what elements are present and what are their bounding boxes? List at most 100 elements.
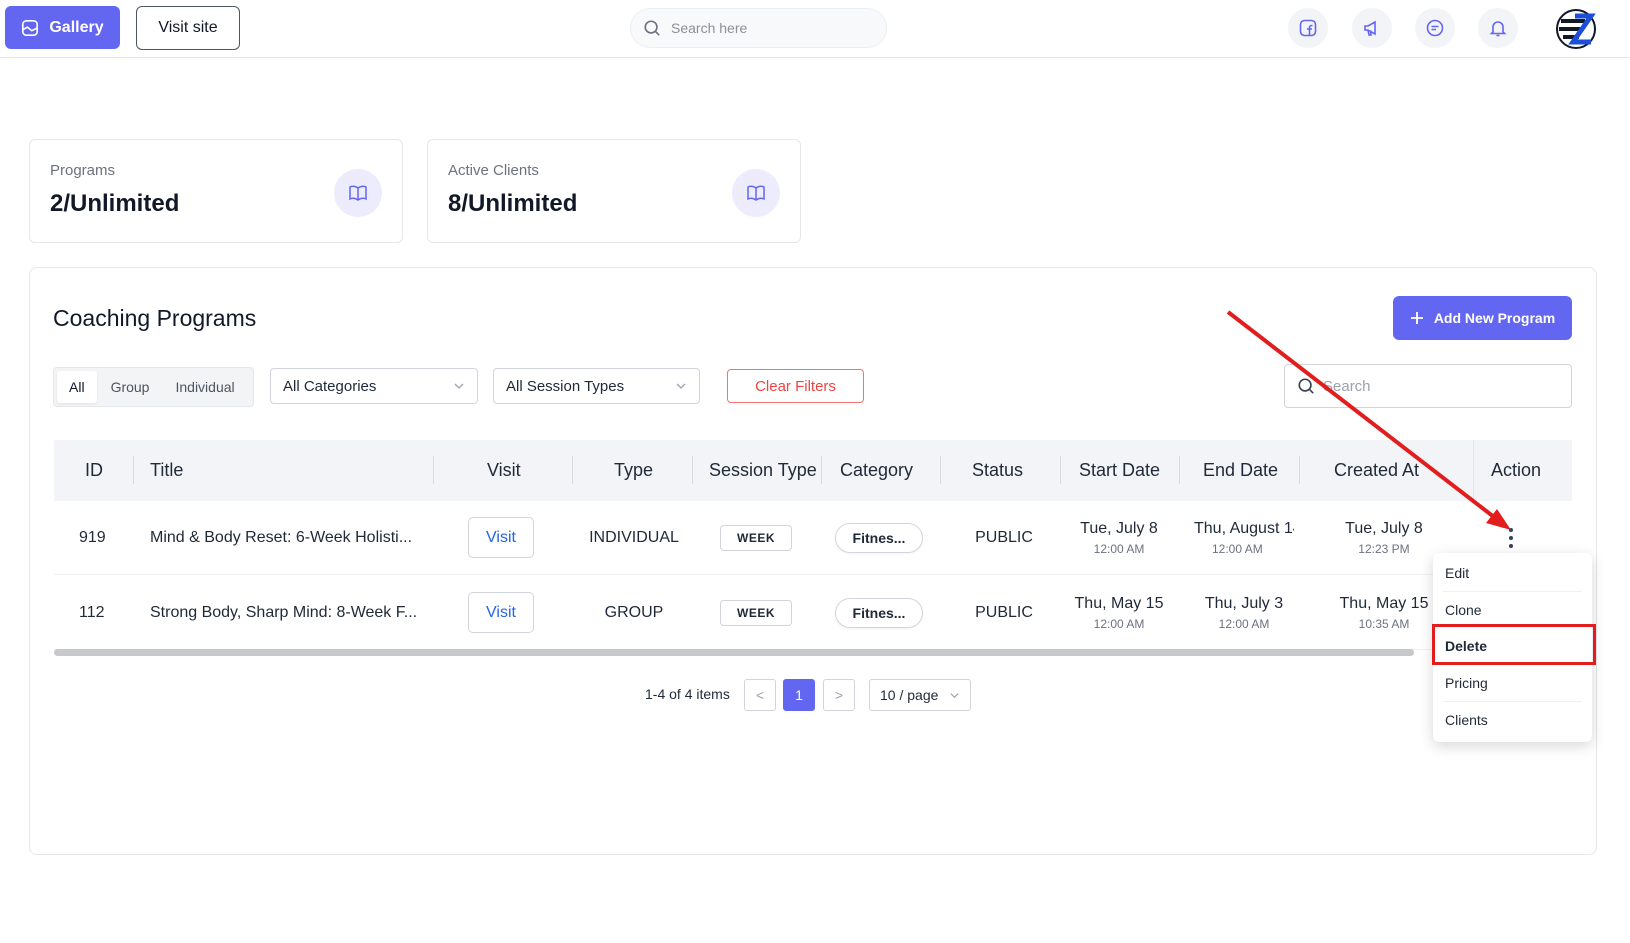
segment-all[interactable]: All <box>57 371 97 403</box>
page-size-select[interactable]: 10 / page <box>869 679 971 711</box>
start-time: 12:00 AM <box>1093 541 1145 556</box>
add-new-program-label: Add New Program <box>1433 310 1556 326</box>
category-pill[interactable]: Fitnes... <box>835 522 923 553</box>
created-time: 10:35 AM <box>1358 616 1410 631</box>
table-row: 919 Mind & Body Reset: 6-Week Holisti...… <box>54 500 1572 575</box>
column-header-category[interactable]: Category <box>840 440 913 501</box>
visit-button[interactable]: Visit <box>468 517 534 558</box>
column-header-created-at[interactable]: Created At <box>1334 440 1419 501</box>
stat-label: Active Clients <box>448 162 539 179</box>
gallery-button[interactable]: Gallery <box>5 6 120 49</box>
chat-icon[interactable] <box>1415 8 1455 48</box>
user-avatar[interactable] <box>1555 8 1597 50</box>
column-header-session-type[interactable]: Session Type <box>709 440 817 501</box>
session-type-select-value: All Session Types <box>506 377 625 395</box>
page-title: Coaching Programs <box>53 305 257 331</box>
horizontal-scrollbar[interactable] <box>54 649 1414 656</box>
column-header-start-date[interactable]: Start Date <box>1079 440 1160 501</box>
session-type-select[interactable]: All Session Types <box>493 368 700 404</box>
column-header-type[interactable]: Type <box>614 440 653 501</box>
program-search-input[interactable]: Search <box>1284 364 1572 408</box>
global-search-placeholder: Search here <box>671 20 748 36</box>
cell-type: INDIVIDUAL <box>589 528 679 546</box>
cell-title: Mind & Body Reset: 6-Week Holisti... <box>150 528 413 546</box>
end-date: Thu, August 14 <box>1194 519 1294 537</box>
search-icon <box>644 20 660 36</box>
end-date: Thu, July 3 <box>1204 594 1284 612</box>
visit-button[interactable]: Visit <box>468 592 534 633</box>
category-select[interactable]: All Categories <box>270 368 478 404</box>
stat-card-programs: Programs 2/Unlimited <box>29 139 403 243</box>
cell-end-date: Thu, August 14 12:00 AM <box>1194 500 1294 575</box>
stat-value: 2/Unlimited <box>50 190 180 217</box>
start-time: 12:00 AM <box>1093 616 1145 631</box>
cell-category: Fitnes... <box>835 500 923 575</box>
table-row: 112 Strong Body, Sharp Mind: 8-Week F...… <box>54 575 1572 650</box>
cell-start-date: Thu, May 15 12:00 AM <box>1069 575 1169 650</box>
bell-icon[interactable] <box>1478 8 1518 48</box>
column-header-end-date[interactable]: End Date <box>1203 440 1278 501</box>
column-divider <box>572 456 573 484</box>
column-header-id[interactable]: ID <box>85 440 103 501</box>
add-new-program-button[interactable]: Add New Program <box>1393 296 1572 340</box>
pagination-page-button[interactable]: 1 <box>783 679 815 711</box>
created-date: Thu, May 15 <box>1339 594 1429 612</box>
delete-highlight-box <box>1432 624 1596 665</box>
cell-start-date: Tue, July 8 12:00 AM <box>1069 500 1169 575</box>
column-divider <box>692 456 693 484</box>
category-pill[interactable]: Fitnes... <box>835 597 923 628</box>
cell-visit: Visit <box>468 575 534 650</box>
cell-id: 919 <box>79 528 106 546</box>
book-open-icon <box>732 169 780 217</box>
column-divider <box>133 456 134 484</box>
menu-item-clients[interactable]: Clients <box>1433 702 1592 738</box>
cell-title: Strong Body, Sharp Mind: 8-Week F... <box>150 603 418 621</box>
page-size-value: 10 / page <box>880 687 939 703</box>
start-date: Thu, May 15 <box>1074 594 1164 612</box>
column-divider <box>940 456 941 484</box>
global-search-input[interactable]: Search here <box>630 8 887 48</box>
clear-filters-button[interactable]: Clear Filters <box>727 369 864 403</box>
column-header-title[interactable]: Title <box>150 440 183 501</box>
more-vertical-icon[interactable] <box>1508 527 1514 548</box>
stat-value: 8/Unlimited <box>448 190 578 217</box>
segment-individual[interactable]: Individual <box>163 371 246 403</box>
book-open-icon <box>334 169 382 217</box>
facebook-icon[interactable] <box>1288 8 1328 48</box>
segment-group[interactable]: Group <box>99 371 162 403</box>
column-header-visit[interactable]: Visit <box>487 440 521 501</box>
created-time: 12:23 PM <box>1358 541 1410 556</box>
gallery-label: Gallery <box>49 18 104 36</box>
table-header: ID Title Visit Type Session Type Categor… <box>54 440 1572 501</box>
cell-visit: Visit <box>468 500 534 575</box>
cell-session-type: WEEK <box>720 500 792 575</box>
column-header-status[interactable]: Status <box>972 440 1023 501</box>
end-time: 12:00 AM <box>1218 616 1270 631</box>
column-divider <box>1473 440 1474 501</box>
menu-item-edit[interactable]: Edit <box>1433 555 1592 591</box>
cell-id: 112 <box>79 603 105 621</box>
chevron-down-icon <box>454 383 464 389</box>
created-date: Tue, July 8 <box>1345 519 1423 537</box>
session-type-tag: WEEK <box>720 524 792 551</box>
cell-type: GROUP <box>604 603 664 621</box>
category-select-value: All Categories <box>283 377 377 395</box>
pagination-total: 1-4 of 4 items <box>645 686 730 702</box>
pagination-prev-button[interactable]: < <box>744 679 776 711</box>
column-divider <box>1060 456 1061 484</box>
visit-site-button[interactable]: Visit site <box>136 6 240 50</box>
pagination-next-button[interactable]: > <box>823 679 855 711</box>
menu-item-clone[interactable]: Clone <box>1433 592 1592 628</box>
stat-card-active-clients: Active Clients 8/Unlimited <box>427 139 801 243</box>
cell-end-date: Thu, July 3 12:00 AM <box>1194 575 1294 650</box>
megaphone-icon[interactable] <box>1352 8 1392 48</box>
menu-item-pricing[interactable]: Pricing <box>1433 665 1592 701</box>
plus-icon <box>1410 312 1423 324</box>
chevron-down-icon <box>676 383 686 389</box>
top-bar: Gallery Visit site Search here <box>0 0 1630 58</box>
cell-status: PUBLIC <box>975 528 1033 546</box>
column-divider <box>1299 456 1300 484</box>
start-date: Tue, July 8 <box>1080 519 1158 537</box>
cell-status: PUBLIC <box>975 603 1033 621</box>
stat-label: Programs <box>50 162 116 179</box>
